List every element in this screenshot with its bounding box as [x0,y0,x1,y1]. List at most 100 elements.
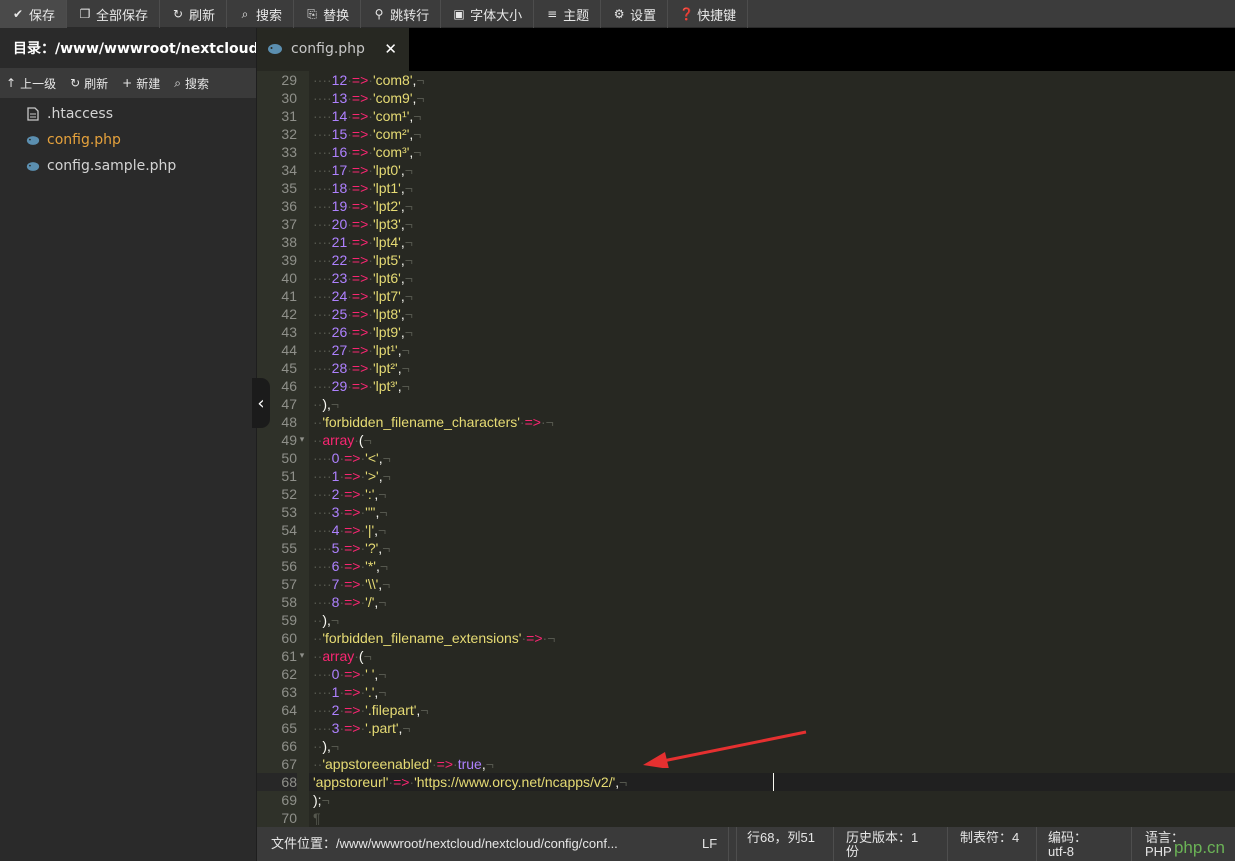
annotation-arrow [643,730,807,768]
code-line[interactable]: 64 ····2·=>·'.filepart',¬ [281,701,1235,719]
line-number: 45 [281,360,297,376]
toolbar-button-label: 保存 [29,8,56,24]
line-number: 60 [281,630,297,646]
code-line[interactable]: 31 ····14·=>·'com¹',¬ [281,107,1235,125]
code-line[interactable]: 35 ····18·=>·'lpt1',¬ [281,179,1235,197]
toolbar-button-1[interactable]: ❐ 全部保存 [67,0,161,28]
code-line[interactable]: 43 ····26·=>·'lpt9',¬ [281,323,1235,341]
code-line[interactable]: 38 ····21·=>·'lpt4',¬ [281,233,1235,251]
close-tab-icon[interactable]: ✕ [384,40,397,58]
code-line[interactable]: 41 ····24·=>·'lpt7',¬ [281,287,1235,305]
history-versions[interactable]: 历史版本：1份 [846,827,931,861]
code-line[interactable]: 39 ····22·=>·'lpt5',¬ [281,251,1235,269]
code-line[interactable]: 47 ··),¬ [281,395,1235,413]
line-number: 50 [281,450,297,466]
toolbar-button-2[interactable]: ↻ 刷新 [160,0,228,28]
toolbar-button-label: 全部保存 [96,8,149,24]
fold-toggle-icon[interactable]: ▾ [297,431,307,449]
code-line[interactable]: 60 ··'forbidden_filename_extensions'·=>·¬ [281,629,1235,647]
code-line[interactable]: 33 ····16·=>·'com³',¬ [281,143,1235,161]
line-number: 29 [281,72,297,88]
code-text: ····4·=>·'|',¬ [313,522,387,538]
code-text: ····7·=>·'\\',¬ [313,576,391,592]
code-line[interactable]: 37 ····20·=>·'lpt3',¬ [281,215,1235,233]
code-line[interactable]: 57 ····7·=>·'\\',¬ [281,575,1235,593]
toolbar-button-8[interactable]: ⚙ 设置 [601,0,669,28]
code-area[interactable]: 29 ····12·=>·'com8',¬ 30 ····13·=>·'com9',¬… [257,71,1235,827]
code-line[interactable]: 34 ····17·=>·'lpt0',¬ [281,161,1235,179]
encoding[interactable]: 编码：utf-8 [1048,827,1096,861]
file-name: config.php [47,132,121,148]
tab-size[interactable]: 制表符：4 [960,827,1022,861]
chevron-left-icon: ‹ [257,392,265,414]
code-line[interactable]: 54 ····4·=>·'|',¬ [281,521,1235,539]
code-line[interactable]: 52 ····2·=>·':',¬ [281,485,1235,503]
code-line[interactable]: 68 'appstoreurl'·=>·'https://www.orcy.net… [257,773,1235,791]
code-text: ····12·=>·'com8',¬ [313,72,425,88]
dir-action-3[interactable]: ⌕ 搜索 [168,68,217,98]
toolbar-button-7[interactable]: ≡ 主题 [534,0,602,28]
dir-action-0[interactable]: ↑ 上一级 [0,68,64,98]
file-name: config.sample.php [47,158,177,174]
line-number: 42 [281,306,297,322]
code-line[interactable]: 44 ····27·=>·'lpt¹',¬ [281,341,1235,359]
file-item[interactable]: config.sample.php [0,153,256,179]
toolbar-button-label: 刷新 [189,8,216,24]
toolbar-button-6[interactable]: ▣ 字体大小 [441,0,535,28]
line-number: 39 [281,252,297,268]
toolbar-button-9[interactable]: ❓ 快捷键 [668,0,749,28]
code-line[interactable]: 36 ····19·=>·'lpt2',¬ [281,197,1235,215]
code-line[interactable]: 59 ··),¬ [281,611,1235,629]
code-line[interactable]: 53 ····3·=>·'"',¬ [281,503,1235,521]
code-line[interactable]: 46 ····29·=>·'lpt³',¬ [281,377,1235,395]
code-line[interactable]: 50 ····0·=>·'<',¬ [281,449,1235,467]
line-ending[interactable]: LF [702,827,726,861]
gear-icon: ⚙ [613,7,625,21]
code-text: ····19·=>·'lpt2',¬ [313,198,413,214]
replace-icon: ⎘ [307,6,317,21]
code-line[interactable]: 48 ··'forbidden_filename_characters'·=>·¬ [281,413,1235,431]
code-line[interactable]: 40 ····23·=>·'lpt6',¬ [281,269,1235,287]
line-number: 41 [281,288,297,304]
status-bar: 文件位置：/www/wwwroot/nextcloud/nextcloud/co… [257,827,1235,861]
code-line[interactable]: 45 ····28·=>·'lpt²',¬ [281,359,1235,377]
code-line[interactable]: 61 ▾ ··array·(¬ [281,647,1235,665]
code-line[interactable]: 51 ····1·=>·'>',¬ [281,467,1235,485]
code-editor[interactable]: 29 ····12·=>·'com8',¬ 30 ····13·=>·'com9',¬… [257,71,1235,827]
code-text: ····14·=>·'com¹',¬ [313,108,422,124]
fold-toggle-icon[interactable]: ▾ [297,647,307,665]
code-text: ····3·=>·'"',¬ [313,504,388,520]
code-line[interactable]: 42 ····25·=>·'lpt8',¬ [281,305,1235,323]
code-line[interactable]: 32 ····15·=>·'com²',¬ [281,125,1235,143]
code-line[interactable]: 29 ····12·=>·'com8',¬ [281,71,1235,89]
toolbar-button-3[interactable]: ⌕ 搜索 [227,0,295,28]
code-text: ····23·=>·'lpt6',¬ [313,270,413,286]
file-item[interactable]: config.php [0,127,256,153]
toolbar-button-0[interactable]: ✔ 保存 [0,0,68,28]
code-line[interactable]: 55 ····5·=>·'?',¬ [281,539,1235,557]
code-text: ····21·=>·'lpt4',¬ [313,234,413,250]
code-line[interactable]: 56 ····6·=>·'*',¬ [281,557,1235,575]
collapse-sidebar-button[interactable]: ‹ [252,378,270,428]
code-text: ····0·=>·' ',¬ [313,666,387,682]
line-number: 44 [281,342,297,358]
code-line[interactable]: 62 ····0·=>·' ',¬ [281,665,1235,683]
code-text: ····6·=>·'*',¬ [313,558,389,574]
toolbar-button-5[interactable]: ⚲ 跳转行 [361,0,442,28]
dir-action-2[interactable]: + 新建 [116,68,168,98]
dir-action-1[interactable]: ↻ 刷新 [64,68,116,98]
code-line[interactable]: 63 ····1·=>·'.',¬ [281,683,1235,701]
toolbar-button-label: 搜索 [256,8,283,24]
code-line[interactable]: 69);¬ [281,791,1235,809]
code-line[interactable]: 49 ▾ ··array·(¬ [281,431,1235,449]
code-line[interactable]: 58 ····8·=>·'/',¬ [281,593,1235,611]
line-number: 69 [281,792,297,808]
file-item[interactable]: .htaccess [0,101,256,127]
font-size-icon: ▣ [453,7,465,21]
code-line[interactable]: 30 ····13·=>·'com9',¬ [281,89,1235,107]
tab-config-php[interactable]: config.php ✕ [257,28,409,71]
code-text: ····5·=>·'?',¬ [313,540,391,556]
php-elephant-icon [25,135,41,146]
code-line[interactable]: 70 ¶ [281,809,1235,827]
toolbar-button-4[interactable]: ⎘ 替换 [294,0,362,28]
